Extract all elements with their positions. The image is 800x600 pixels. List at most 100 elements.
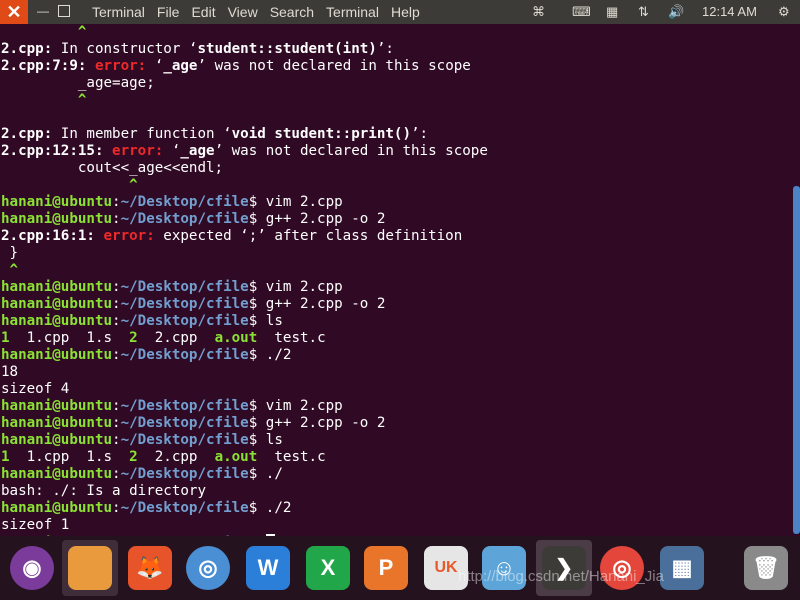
terminal-text: 2.cpp [137,449,215,465]
terminal-line: 2.cpp:16:1: error: expected ‘;’ after cl… [1,228,793,245]
terminal-line: hanani@ubuntu:~/Desktop/cfile$ vim 2.cpp [1,194,793,211]
terminal-line: hanani@ubuntu:~/Desktop/cfile$ ls [1,432,793,449]
terminal-line: 1 1.cpp 1.s 2 2.cpp a.out test.c [1,449,793,466]
terminal-text: ~/Desktop/cfile [120,466,249,482]
terminal-text: 1.cpp 1.s [9,330,130,346]
minimize-icon[interactable]: — [36,4,50,18]
terminal-line: bash: ./: Is a directory [1,483,793,500]
terminal-text: $ ./2 [248,347,292,363]
terminal-text: student::student(int) [197,41,377,57]
clock[interactable]: 12:14 AM [702,0,757,24]
terminal-line: hanani@ubuntu:~/Desktop/cfile$ ls [1,313,793,330]
terminal-text: : [112,194,121,210]
terminal-text: hanani@ubuntu [1,211,113,227]
terminal-text: sizeof 4 [1,381,70,397]
terminal-text: 2.cpp [137,330,215,346]
menu-edit[interactable]: Edit [185,0,221,24]
terminal-text: ~/Desktop/cfile [120,211,249,227]
terminal-text: : [112,432,121,448]
terminal-line: 18 [1,364,793,381]
terminal-line: hanani@ubuntu:~/Desktop/cfile$ g++ 2.cpp… [1,296,793,313]
terminal-text: hanani@ubuntu [1,398,113,414]
terminal-line: ^ [1,177,793,194]
watermark-text: http://blog.csdn.net/Hanani_Jia [458,568,664,585]
launcher-dock: ◉ 🦊 ◎ W X P UK ☺ ❯ ◎ ▦ 🗑 [0,536,800,600]
ubuntu-logo-icon: ◉ [10,546,54,590]
terminal-text: : [112,211,121,227]
terminal-text: sizeof 1 [1,517,70,533]
terminal-text: 2.cpp: [1,41,53,57]
terminal-text: $ ./2 [248,500,292,516]
terminal-text: ~/Desktop/cfile [120,347,249,363]
menu-search[interactable]: Search [264,0,320,24]
terminal-text: 2.cpp:16:1: [1,228,95,244]
gear-icon[interactable]: ⚙ [778,0,790,24]
dock-item[interactable]: X [300,540,356,596]
close-icon[interactable]: ✕ [0,0,28,24]
dock-item[interactable]: ◉ [4,540,60,596]
calendar-icon[interactable]: ▦ [606,0,618,24]
terminal-text: bash: ./: Is a directory [1,483,206,499]
terminal-text: ~/Desktop/cfile [120,296,249,312]
terminal-text: 2.cpp:12:15: [1,143,104,159]
menu-view[interactable]: View [222,0,264,24]
terminal-line: hanani@ubuntu:~/Desktop/cfile$ g++ 2.cpp… [1,415,793,432]
terminal-output[interactable]: ^ 2.cpp: In constructor ‘student::student… [0,24,793,536]
terminal-text: 1 [1,330,10,346]
terminal-text: ~/Desktop/cfile [120,313,249,329]
wps-writer-icon: W [246,546,290,590]
terminal-text: : [112,347,121,363]
menu-terminal[interactable]: Terminal [320,0,385,24]
terminal-text: hanani@ubuntu [1,313,113,329]
terminal-line: _age=age; [1,75,793,92]
terminal-text: ^ [1,92,87,108]
menu-file[interactable]: File [151,0,186,24]
bluetooth-icon[interactable]: ⌘ [532,0,545,24]
terminal-line: hanani@ubuntu:~/Desktop/cfile$ ./2 [1,347,793,364]
terminal-text: : [112,296,121,312]
top-panel: ✕ — Terminal File Edit View Search Termi… [0,0,800,24]
terminal-text: ~/Desktop/cfile [120,415,249,431]
scrollbar[interactable] [793,186,800,534]
terminal-text: 2 [129,330,138,346]
terminal-text: ‘ [146,58,164,74]
trash-icon: 🗑 [744,546,788,590]
terminal-text: ^ [1,24,87,40]
dock-item[interactable]: P [358,540,414,596]
menu-help[interactable]: Help [385,0,426,24]
dock-item[interactable]: W [240,540,296,596]
terminal-text: In constructor ‘ [52,41,198,57]
dock-item[interactable]: 🦊 [122,540,178,596]
keyboard-icon[interactable]: ⌨ [572,0,591,24]
terminal-text: ’: [376,41,394,57]
menu-app-title[interactable]: Terminal [86,0,151,24]
network-icon[interactable]: ⇅ [638,0,649,24]
terminal-text: : [112,313,121,329]
volume-icon[interactable]: 🔊 [668,0,684,24]
terminal-text: hanani@ubuntu [1,194,113,210]
terminal-line: cout<<_age<<endl; [1,160,793,177]
dock-item[interactable]: ◎ [180,540,236,596]
files-icon [68,546,112,590]
terminal-text: hanani@ubuntu [1,500,113,516]
terminal-text: : [112,500,121,516]
terminal-text: : [112,466,121,482]
terminal-text: : [112,398,121,414]
maximize-icon[interactable] [58,5,70,17]
terminal-text: : [112,279,121,295]
terminal-text: ~/Desktop/cfile [120,432,249,448]
terminal-text: a.out [214,330,258,346]
terminal-text: cout<<_age<<endl; [1,160,224,176]
terminal-text: expected ‘;’ after class definition [154,228,463,244]
terminal-text: error: [112,143,164,159]
dock-item[interactable] [62,540,118,596]
terminal-text: 2.cpp:7:9: [1,58,87,74]
terminal-text: _age=age; [1,75,155,91]
terminal-line: ^ [1,24,793,41]
terminal-text: $ vim 2.cpp [248,194,343,210]
dock-item[interactable]: 🗑 [738,540,794,596]
terminal-text: _age [180,143,215,159]
terminal-text: hanani@ubuntu [1,432,113,448]
